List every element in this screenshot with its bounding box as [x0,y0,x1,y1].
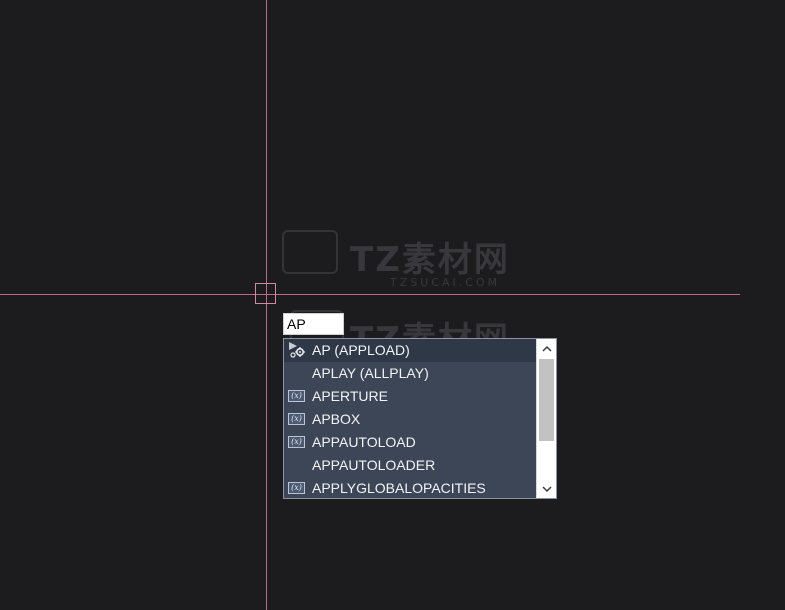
watermark-logo-icon [282,230,338,274]
autocomplete-item-appautoloader[interactable]: APPAUTOLOADER [284,454,536,477]
scrollbar-thumb[interactable] [539,359,554,441]
crosshair-vertical-line [266,0,267,610]
drawing-canvas[interactable]: TZ素材网 TZSUCAI.COM TZ素材网 TZSUCAI.COM [0,0,785,610]
command-autocomplete-list[interactable]: AP (APPLOAD) APLAY (ALLPLAY) (x) APERTUR… [283,338,557,499]
autocomplete-item-label: APPLYGLOBALOPACITIES [312,480,486,496]
watermark-text: TZ素材网 [350,240,510,280]
autocomplete-item-apbox[interactable]: (x) APBOX [284,408,536,431]
watermark-subtext: TZSUCAI.COM [390,276,501,289]
autocomplete-item-label: APERTURE [312,388,388,404]
autocomplete-item-label: APPAUTOLOADER [312,457,436,473]
system-variable-icon: (x) [288,482,305,494]
chevron-up-icon [541,345,552,352]
cursor-pickbox [255,283,276,304]
autocomplete-item-label: APBOX [312,411,361,427]
autocomplete-items: AP (APPLOAD) APLAY (ALLPLAY) (x) APERTUR… [284,339,536,498]
autocomplete-item-label: APPAUTOLOAD [312,434,416,450]
autocomplete-item-ap-appload[interactable]: AP (APPLOAD) [284,339,536,362]
dynamic-command-input[interactable] [283,313,344,335]
scroll-up-button[interactable] [537,339,556,357]
crosshair-horizontal-line [0,294,740,295]
system-variable-icon: (x) [288,390,305,402]
autocomplete-item-applyglobalopacities[interactable]: (x) APPLYGLOBALOPACITIES [284,477,536,498]
chevron-down-icon [541,485,552,492]
system-variable-icon: (x) [288,436,305,448]
scroll-down-button[interactable] [537,480,556,498]
autocomplete-item-appautoload[interactable]: (x) APPAUTOLOAD [284,431,536,454]
autocomplete-item-aperture[interactable]: (x) APERTURE [284,385,536,408]
autocomplete-item-label: AP (APPLOAD) [312,342,410,358]
autocomplete-item-aplay[interactable]: APLAY (ALLPLAY) [284,362,536,385]
command-gear-icon [288,341,306,358]
autocomplete-scrollbar[interactable] [536,339,556,498]
system-variable-icon: (x) [288,413,305,425]
autocomplete-item-label: APLAY (ALLPLAY) [312,365,429,381]
